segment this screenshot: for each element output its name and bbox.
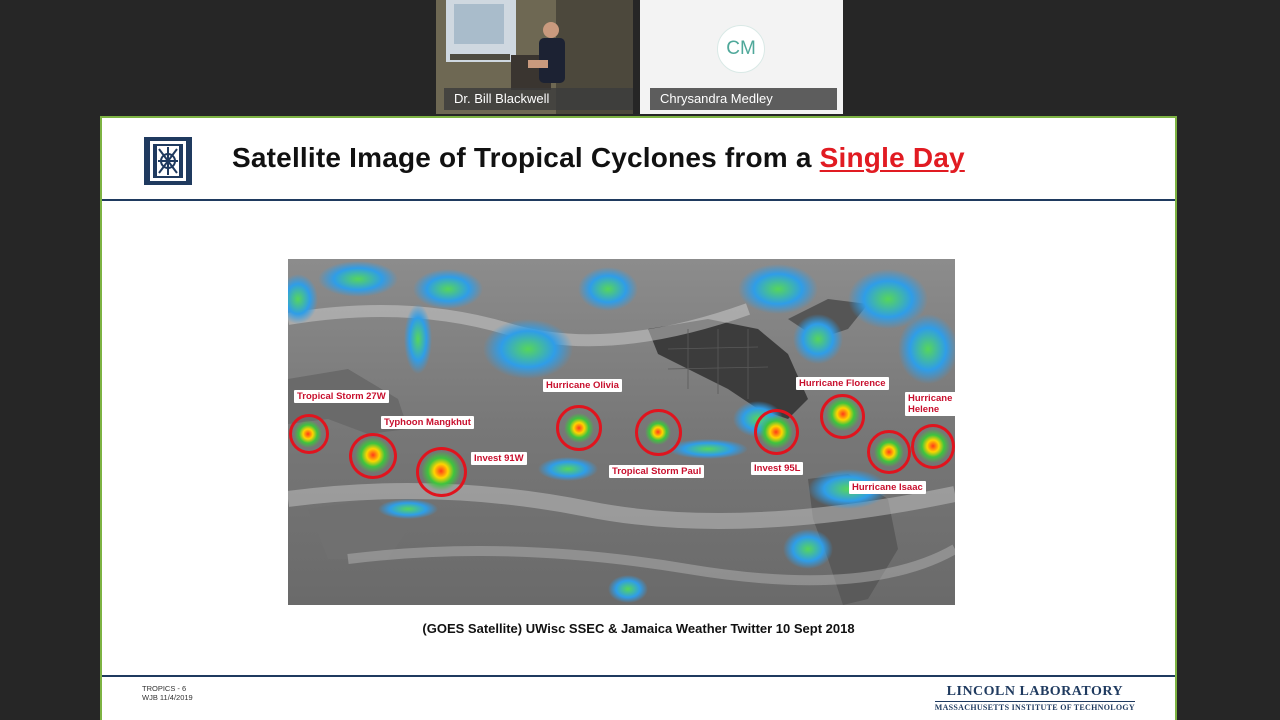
storm-label: Typhoon Mangkhut: [381, 416, 474, 429]
storm-label: Hurricane Olivia: [543, 379, 622, 392]
storm-marker-hurricane-florence: [820, 394, 865, 439]
lincoln-lab-logo: [144, 137, 192, 185]
org-name: LINCOLN LABORATORY: [934, 684, 1135, 702]
storm-label: Tropical Storm Paul: [609, 465, 705, 478]
storm-label: Hurricane Helene: [905, 392, 959, 416]
slide-author-date: WJB 11/4/2019: [142, 693, 193, 702]
participant-name-tag: Dr. Bill Blackwell: [444, 88, 633, 110]
avatar: CM: [717, 25, 765, 73]
storm-label: Hurricane Isaac: [849, 481, 926, 494]
storm-marker-hurricane-helene: [911, 424, 955, 469]
storm-label: Invest 91W: [471, 452, 527, 465]
slide-title-highlight: Single Day: [819, 142, 965, 173]
storm-label: Tropical Storm 27W: [294, 390, 389, 403]
participant-name-tag: Chrysandra Medley: [650, 88, 837, 110]
storm-marker-invest-91w: [416, 447, 467, 497]
storm-label: Hurricane Florence: [796, 377, 889, 390]
storm-marker-tropical-storm-paul: [635, 409, 682, 456]
participant-avatar-tile[interactable]: CM Chrysandra Medley: [640, 0, 843, 114]
org-subname: MASSACHUSETTS INSTITUTE OF TECHNOLOGY: [934, 703, 1135, 712]
title-divider: [102, 199, 1175, 201]
image-caption: (GOES Satellite) UWisc SSEC & Jamaica We…: [422, 621, 855, 636]
slide-number: TROPICS - 6: [142, 684, 187, 693]
storm-marker-hurricane-isaac: [867, 430, 911, 474]
storm-marker-hurricane-olivia: [556, 405, 602, 451]
satellite-image: Tropical Storm 27W Typhoon Mangkhut Inve…: [288, 259, 959, 605]
footer-divider: [102, 675, 1175, 677]
storm-marker-tropical-storm-27w: [289, 414, 329, 454]
storm-marker-invest-95l: [754, 409, 799, 455]
lincoln-lab-wordmark: LINCOLN LABORATORY MASSACHUSETTS INSTITU…: [934, 684, 1135, 712]
presentation-slide: Satellite Image of Tropical Cyclones fro…: [100, 116, 1177, 720]
slide-title: Satellite Image of Tropical Cyclones fro…: [232, 142, 965, 174]
slide-footer-info: TROPICS - 6 WJB 11/4/2019: [142, 684, 193, 702]
storm-label: Invest 95L: [751, 462, 804, 475]
slide-title-main: Satellite Image of Tropical Cyclones fro…: [232, 142, 820, 173]
participant-video-tile[interactable]: Dr. Bill Blackwell: [436, 0, 633, 114]
storm-marker-typhoon-mangkhut: [349, 433, 397, 479]
